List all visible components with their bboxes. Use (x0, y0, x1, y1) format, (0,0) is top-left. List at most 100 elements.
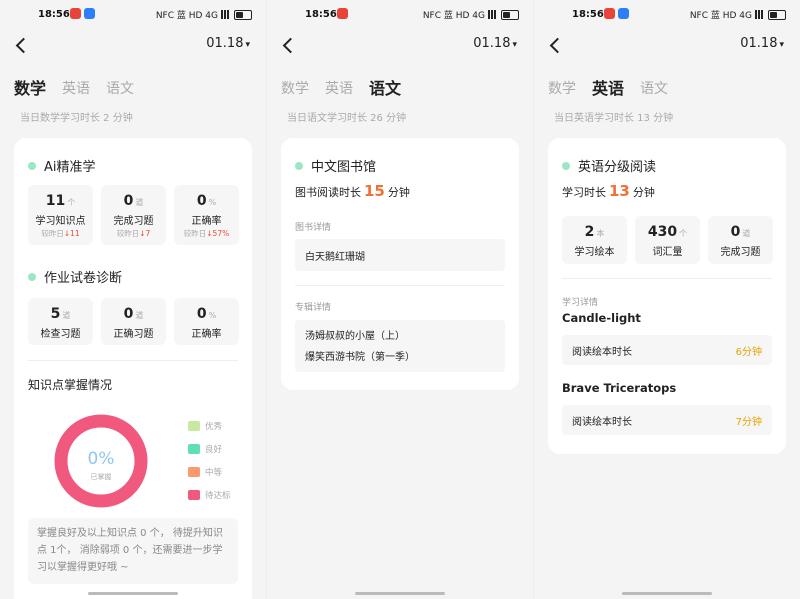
status-bar: 18:56 NFC 蓝 HD 4G (267, 8, 533, 24)
tab-math[interactable]: 数学 (14, 78, 47, 100)
back-icon[interactable] (548, 36, 562, 56)
status-time: 18:56 (38, 9, 70, 20)
legend-swatch (188, 443, 200, 454)
caret-down-icon: ▾ (245, 40, 250, 50)
mastery-note: 掌握良好及以上知识点 0 个， 待提升知识点 1个， 消除弱项 0 个，还需要进… (28, 518, 238, 584)
home-indicator[interactable] (88, 592, 178, 595)
tab-english[interactable]: 英语 (325, 78, 353, 100)
book-duration-row[interactable]: 阅读绘本时长 6分钟 (562, 335, 772, 365)
study-detail-label: 学习详情 (562, 298, 599, 308)
ai-section-title: Ai精准学 (28, 156, 96, 175)
graded-section-title: 英语分级阅读 (562, 156, 656, 175)
status-time: 18:56 (572, 9, 604, 20)
legend-item: 优秀 (188, 414, 231, 437)
status-bar: 18:56 NFC 蓝 HD 4G (0, 8, 266, 24)
stat-picture-books: 2本 学习绘本 (562, 216, 627, 264)
album-detail-label: 专辑详情 (295, 303, 332, 313)
battery-icon (768, 9, 786, 20)
signal-icon (488, 10, 498, 19)
home-indicator[interactable] (622, 592, 712, 595)
legend-swatch (188, 420, 200, 431)
stat-correct-exercises: 0道 正确习题 (101, 298, 166, 345)
study-duration: 当日英语学习时长 13 分钟 (554, 113, 674, 124)
stat-completed-exercises: 0道 完成习题 (708, 216, 773, 264)
status-indicators: NFC 蓝 HD 4G (689, 11, 752, 21)
date-picker[interactable]: 01.18 ▾ (206, 36, 250, 51)
divider (295, 285, 505, 286)
library-card: 中文图书馆 图书阅读时长 15 分钟 图书详情 白天鹅红珊瑚 专辑详情 汤姆叔叔… (281, 138, 519, 390)
caret-down-icon: ▾ (512, 40, 517, 50)
back-icon[interactable] (281, 36, 295, 56)
stat-accuracy: 0% 正确率 较昨日↓57% (174, 185, 239, 245)
homework-section-title: 作业试卷诊断 (28, 267, 122, 286)
mastery-percent: 0% (88, 449, 115, 469)
app-notification-icon (604, 8, 615, 19)
book-name: Candle-light (562, 311, 641, 325)
english-report-screen: 18:56 NFC 蓝 HD 4G 01.18 ▾ 数学 英语 语文 当日英语学习… (534, 0, 800, 599)
signal-icon (755, 10, 765, 19)
legend-swatch (188, 489, 200, 500)
book-item[interactable]: 白天鹅红珊瑚 (295, 239, 505, 271)
graded-reading-card: 英语分级阅读 学习时长 13 分钟 2本 学习绘本 430 个 词汇量 0道 完成… (548, 138, 786, 454)
legend-item: 待达标 (188, 483, 231, 506)
book-name: Brave Triceratops (562, 381, 677, 395)
app-notification-icon (618, 8, 629, 19)
date-picker[interactable]: 01.18 ▾ (740, 36, 784, 51)
mastery-center-label: 已掌握 (91, 472, 112, 481)
library-section-title: 中文图书馆 (295, 156, 376, 175)
math-report-screen: 18:56 NFC 蓝 HD 4G 01.18 ▾ 数学 英语 语文 当日数学学习… (0, 0, 266, 599)
subject-tabs: 数学 英语 语文 (14, 78, 134, 100)
subject-tabs: 数学 英语 语文 (548, 78, 668, 100)
tab-math[interactable]: 数学 (548, 78, 576, 100)
math-card: Ai精准学 11 个 学习知识点 较昨日↓11 0道 完成习题 较昨日↓7 0% … (14, 138, 252, 599)
legend-item: 良好 (188, 437, 231, 460)
tab-chinese[interactable]: 语文 (369, 78, 402, 100)
tab-math[interactable]: 数学 (281, 78, 309, 100)
battery-icon (234, 9, 252, 20)
caret-down-icon: ▾ (779, 40, 784, 50)
chinese-report-screen: 18:56 NFC 蓝 HD 4G 01.18 ▾ 数学 英语 语文 当日语文学习… (267, 0, 533, 599)
study-duration: 当日语文学习时长 26 分钟 (287, 113, 407, 124)
album-item[interactable]: 爆笑西游书院（第一季） (305, 347, 495, 368)
mastery-title: 知识点掌握情况 (28, 378, 113, 392)
status-indicators: NFC 蓝 HD 4G (422, 11, 485, 21)
mastery-donut-chart: 0% 已掌握 (54, 414, 148, 508)
stat-homework-accuracy: 0% 正确率 (174, 298, 239, 345)
status-time: 18:56 (305, 9, 337, 20)
album-list: 汤姆叔叔的小屋（上） 爆笑西游书院（第一季） (295, 320, 505, 372)
study-duration: 当日数学学习时长 2 分钟 (20, 113, 133, 124)
tab-english[interactable]: 英语 (62, 78, 90, 100)
signal-icon (221, 10, 231, 19)
legend-item: 中等 (188, 460, 231, 483)
album-item[interactable]: 汤姆叔叔的小屋（上） (305, 326, 495, 347)
legend-swatch (188, 466, 200, 477)
tab-english[interactable]: 英语 (592, 78, 625, 100)
back-icon[interactable] (14, 36, 28, 56)
divider (28, 360, 238, 361)
date-picker[interactable]: 01.18 ▾ (473, 36, 517, 51)
bullet-dot (28, 161, 36, 170)
book-duration-row[interactable]: 阅读绘本时长 7分钟 (562, 405, 772, 435)
reading-time: 图书阅读时长 15 分钟 (295, 182, 410, 200)
stat-checked-exercises: 5道 检查习题 (28, 298, 93, 345)
tab-chinese[interactable]: 语文 (640, 78, 668, 100)
stat-completed-exercises: 0道 完成习题 较昨日↓7 (101, 185, 166, 245)
status-bar: 18:56 NFC 蓝 HD 4G (534, 8, 800, 24)
bullet-dot (28, 272, 36, 281)
book-detail-label: 图书详情 (295, 223, 332, 233)
mastery-legend: 优秀 良好 中等 待达标 (188, 414, 231, 506)
bullet-dot (562, 161, 570, 170)
study-time: 学习时长 13 分钟 (562, 182, 655, 200)
divider (562, 278, 772, 279)
tab-chinese[interactable]: 语文 (106, 78, 134, 100)
app-notification-icon (70, 8, 81, 19)
app-notification-icon (337, 8, 348, 19)
subject-tabs: 数学 英语 语文 (281, 78, 402, 100)
app-notification-icon (84, 8, 95, 19)
home-indicator[interactable] (355, 592, 445, 595)
stat-knowledge-points: 11 个 学习知识点 较昨日↓11 (28, 185, 93, 245)
bullet-dot (295, 161, 303, 170)
stat-vocabulary: 430 个 词汇量 (635, 216, 700, 264)
status-indicators: NFC 蓝 HD 4G (155, 11, 218, 21)
battery-icon (501, 9, 519, 20)
